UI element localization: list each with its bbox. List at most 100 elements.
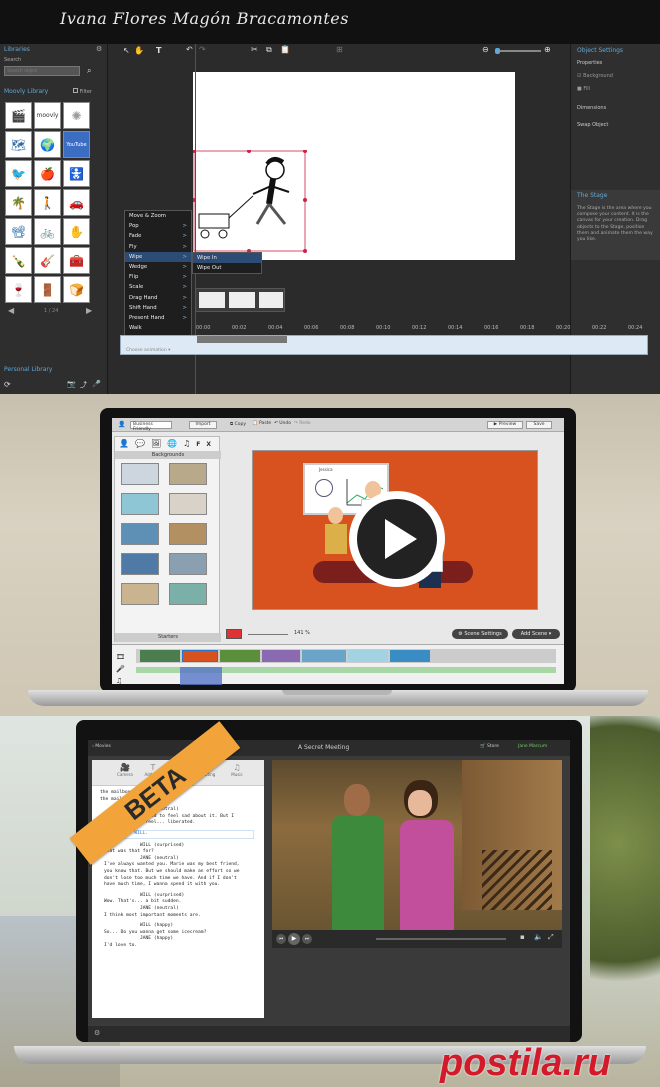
hand-tool-icon[interactable]: ✋ bbox=[134, 46, 144, 55]
cut-icon[interactable]: ✂ bbox=[251, 45, 258, 54]
animation-bar[interactable] bbox=[197, 336, 287, 343]
timeline-track[interactable] bbox=[120, 335, 648, 355]
save-button[interactable]: Save bbox=[526, 421, 552, 429]
wipe-in-item[interactable]: Wipe In bbox=[193, 253, 261, 264]
copy-button[interactable]: ⧉ Copy bbox=[230, 421, 246, 427]
user-name[interactable]: Jane Marcum bbox=[518, 744, 547, 749]
menu-item-pop[interactable]: Pop > bbox=[125, 221, 191, 231]
menu-item-fly[interactable]: Fly > bbox=[125, 242, 191, 252]
undo-icon[interactable]: ↶ bbox=[186, 45, 193, 54]
background-thumb[interactable] bbox=[169, 523, 207, 545]
person-icon[interactable]: 🚶 bbox=[34, 189, 61, 216]
play-icon-2[interactable]: ▶ bbox=[288, 933, 300, 945]
scene-clip[interactable] bbox=[220, 650, 260, 662]
clapperboard-icon[interactable]: 🎬 bbox=[5, 102, 32, 129]
paste-icon[interactable]: 📋 bbox=[280, 45, 290, 54]
world-map-icon[interactable]: 🗺 bbox=[5, 131, 32, 158]
toaster-icon[interactable]: 🍞 bbox=[63, 276, 90, 303]
zoom-slider-thumb[interactable] bbox=[495, 48, 500, 54]
scene-clip[interactable] bbox=[348, 650, 388, 662]
youtube-tile[interactable]: YouTube bbox=[63, 131, 90, 158]
fill-checkbox[interactable]: ■ Fill bbox=[577, 86, 590, 92]
bottle-icon[interactable]: 🍾 bbox=[5, 247, 32, 274]
image-tab-icon[interactable]: 🖼 bbox=[151, 439, 167, 448]
refresh-icon[interactable]: ⟳ bbox=[4, 380, 11, 389]
back-button[interactable]: ‹ Movies bbox=[92, 744, 111, 749]
menu-item-scale[interactable]: Scale > bbox=[125, 282, 191, 292]
music-track-icon[interactable]: ♫ bbox=[116, 675, 125, 687]
properties-label[interactable]: Properties bbox=[577, 60, 602, 66]
menu-item-present-hand[interactable]: Present Hand > bbox=[125, 313, 191, 323]
zoom-in-icon[interactable]: ⊕ bbox=[544, 45, 551, 54]
microphone-icon[interactable]: 🎤 bbox=[92, 380, 101, 388]
projector-icon[interactable]: 📽 bbox=[5, 218, 32, 245]
menu-item-wedge[interactable]: Wedge > bbox=[125, 262, 191, 272]
video-play-button[interactable] bbox=[349, 491, 445, 587]
import-button[interactable]: Import bbox=[189, 421, 217, 429]
menu-item-flip[interactable]: Flip > bbox=[125, 272, 191, 282]
caption-icon[interactable]: ▪ bbox=[520, 933, 525, 941]
menu-item-move-zoom[interactable]: Move & Zoom bbox=[125, 211, 191, 221]
background-checkbox[interactable]: ☑ Background bbox=[577, 73, 613, 79]
moovly-logo-tile[interactable]: moovly bbox=[34, 102, 61, 129]
script-editor[interactable]: 🎥CameraTAdd Text➡Movement☺Acting♫Music t… bbox=[92, 760, 264, 1018]
align-icon[interactable]: ⊞ bbox=[336, 45, 343, 54]
wipe-out-item[interactable]: Wipe Out bbox=[193, 263, 261, 273]
rewind-icon[interactable]: ⏮ bbox=[276, 934, 286, 944]
search-input[interactable] bbox=[4, 66, 80, 76]
gear-icon[interactable]: ⚙ bbox=[96, 45, 102, 53]
scene-stage[interactable]: Jessica bbox=[252, 450, 538, 610]
scene-clip[interactable] bbox=[302, 650, 346, 662]
playhead-range[interactable] bbox=[180, 667, 222, 685]
stage-canvas[interactable] bbox=[193, 72, 515, 260]
preview-button[interactable]: ▶ Preview bbox=[487, 421, 523, 429]
stage-zoom-slider[interactable] bbox=[248, 634, 288, 635]
scene-timeline[interactable]: 🎞 🎤 ♫ bbox=[112, 644, 564, 687]
stroller-icon[interactable]: 🚼 bbox=[63, 160, 90, 187]
globe-icon[interactable]: 🌍 bbox=[34, 131, 61, 158]
background-thumb[interactable] bbox=[121, 463, 159, 485]
film-icon[interactable]: 🎞 bbox=[116, 651, 125, 663]
scene-clip[interactable] bbox=[390, 650, 430, 662]
toolbox-icon[interactable]: 🧰 bbox=[63, 247, 90, 274]
background-thumb[interactable] bbox=[121, 493, 159, 515]
pointer-icon[interactable]: ↖ bbox=[123, 46, 130, 55]
chat-tab-icon[interactable]: 💬 bbox=[135, 439, 151, 448]
background-thumb[interactable] bbox=[121, 523, 159, 545]
background-thumb[interactable] bbox=[121, 583, 159, 605]
background-thumb[interactable] bbox=[169, 463, 207, 485]
guitar-icon[interactable]: 🎸 bbox=[34, 247, 61, 274]
door-icon[interactable]: 🚪 bbox=[34, 276, 61, 303]
menu-item-wipe[interactable]: Wipe > bbox=[125, 251, 191, 262]
screen-icon[interactable] bbox=[226, 629, 242, 639]
copy-icon[interactable]: ⧉ bbox=[266, 45, 272, 55]
microphone-track-icon[interactable]: 🎤 bbox=[116, 663, 125, 675]
forward-icon[interactable]: ⏭ bbox=[302, 934, 312, 944]
menu-item-fade[interactable]: Fade > bbox=[125, 231, 191, 241]
menu-item-shift-hand[interactable]: Shift Hand > bbox=[125, 303, 191, 313]
choose-animation-dropdown[interactable]: Choose animation ▾ bbox=[126, 348, 170, 353]
script-tab-music[interactable]: ♫ Music bbox=[224, 763, 250, 777]
prev-page-icon[interactable]: ◀ bbox=[8, 306, 14, 315]
character-icon[interactable]: 👤 bbox=[118, 421, 125, 428]
globe-tab-icon[interactable]: 🌐 bbox=[167, 439, 183, 448]
zoom-out-icon[interactable]: ⊖ bbox=[482, 45, 489, 54]
background-thumb[interactable] bbox=[169, 493, 207, 515]
background-thumb[interactable] bbox=[121, 553, 159, 575]
add-scene-button[interactable]: Add Scene ▾ bbox=[512, 629, 560, 639]
scene-settings-button[interactable]: ⚙ Scene Settings bbox=[452, 629, 508, 639]
dimensions-label[interactable]: Dimensions bbox=[577, 105, 606, 111]
filter-toggle[interactable]: Filter bbox=[73, 88, 92, 95]
fuzzy-logo-icon[interactable]: ✺ bbox=[63, 102, 90, 129]
video-viewer[interactable] bbox=[272, 760, 562, 930]
backgrounds-heading[interactable]: Backgrounds bbox=[115, 451, 221, 459]
starters-heading[interactable]: Starters bbox=[115, 633, 221, 642]
moovly-library-heading[interactable]: Moovly Library bbox=[4, 88, 48, 95]
personal-library-heading[interactable]: Personal Library bbox=[4, 366, 52, 373]
store-link[interactable]: 🛒 Store bbox=[480, 744, 499, 749]
bird-icon[interactable]: 🐦 bbox=[5, 160, 32, 187]
hand-icon[interactable]: ✋ bbox=[63, 218, 90, 245]
theme-select[interactable]: Business Friendly bbox=[130, 421, 172, 432]
camera-icon[interactable]: 📷 bbox=[67, 380, 76, 388]
woman-character[interactable] bbox=[396, 780, 454, 930]
